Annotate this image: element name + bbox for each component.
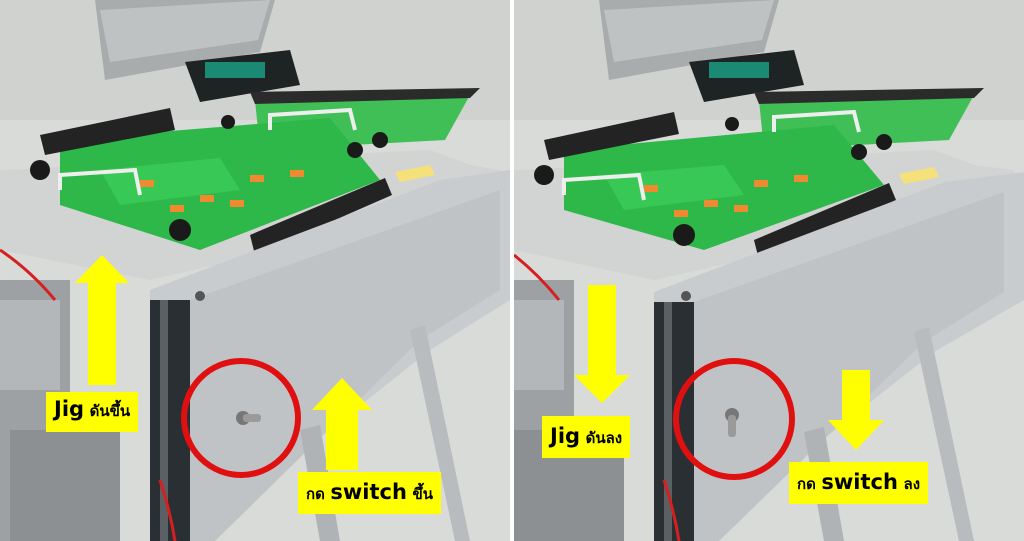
right-arrows <box>574 285 884 480</box>
jig-action-text: ดันขึ้น <box>89 402 131 420</box>
switch-highlight-circle <box>673 358 795 480</box>
panel-divider <box>510 0 514 541</box>
jig-up-arrow-icon <box>75 255 129 385</box>
switch-action-text: ขึ้น <box>412 485 434 503</box>
jig-word: Jig <box>54 397 85 421</box>
jig-down-label: Jig ดันลง <box>542 416 631 458</box>
right-photo-panel: Jig ดันลง กด switch ลง <box>514 0 1024 541</box>
jig-word: Jig <box>550 424 581 448</box>
jig-down-arrow-icon <box>574 285 630 403</box>
switch-highlight-circle <box>181 358 301 478</box>
switch-down-label: กด switch ลง <box>789 462 929 504</box>
switch-prefix-text: กด <box>797 475 816 493</box>
left-photo-panel: Jig ดันขึ้น กด switch ขึ้น <box>0 0 510 541</box>
jig-action-text: ดันลง <box>585 429 623 447</box>
switch-prefix-text: กด <box>306 485 325 503</box>
switch-up-arrow-icon <box>312 378 372 470</box>
switch-word: switch <box>821 470 898 494</box>
jig-up-label: Jig ดันขึ้น <box>46 392 139 432</box>
switch-action-text: ลง <box>903 475 921 493</box>
switch-up-label: กด switch ขึ้น <box>298 472 442 514</box>
switch-word: switch <box>330 480 407 504</box>
left-arrows <box>75 255 372 478</box>
switch-down-arrow-icon <box>828 370 884 450</box>
